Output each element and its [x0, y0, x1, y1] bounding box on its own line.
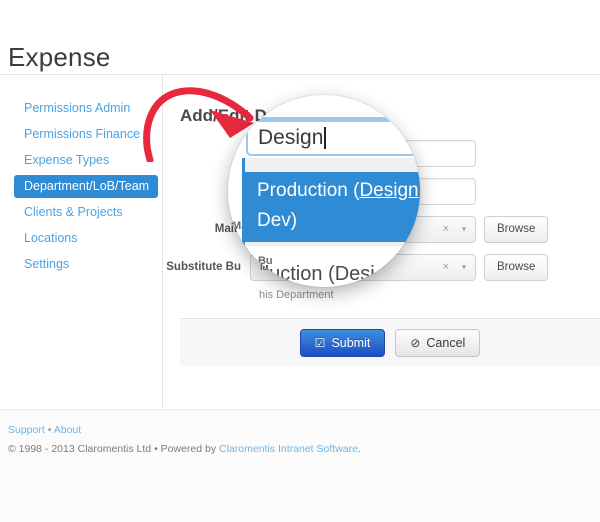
page-title: Expense [8, 42, 111, 73]
magnified-dropdown: Production (Design & Dev) [242, 158, 420, 246]
text-cursor [324, 127, 326, 149]
footer-links: Support • About [8, 424, 81, 436]
dropdown-option-production[interactable]: Production (Design & Dev) [245, 172, 420, 242]
submit-button-label: Submit [331, 336, 370, 350]
check-square-icon: ☑ [315, 337, 326, 349]
department-checkbox-row[interactable]: his Department [164, 289, 600, 301]
chevron-down-icon[interactable]: ▾ [462, 263, 466, 272]
form-action-bar: ☑ Submit ⊘ Cancel [180, 318, 600, 366]
footer-copyright: © 1998 - 2013 Claromentis Ltd • Powered … [8, 443, 361, 455]
footer-powered-link[interactable]: Claromentis Intranet Software [219, 443, 358, 455]
sidebar-item-permissions-admin[interactable]: Permissions Admin [18, 97, 152, 120]
clear-icon[interactable]: × [443, 223, 449, 235]
footer-copyright-text: © 1998 - 2013 Claromentis Ltd • Powered … [8, 443, 219, 455]
sidebar-item-settings[interactable]: Settings [18, 253, 152, 276]
browse-substitute-button[interactable]: Browse [484, 254, 548, 281]
dropdown-option-prefix: Production ( [257, 180, 359, 201]
magnified-search-value: Design [258, 126, 323, 150]
sidebar-item-department-lob-team[interactable]: Department/LoB/Team [14, 175, 158, 198]
sidebar-item-locations[interactable]: Locations [18, 227, 152, 250]
submit-button[interactable]: ☑ Submit [300, 329, 386, 357]
footer-about-link[interactable]: About [54, 424, 81, 436]
sidebar: Permissions Admin Permissions Finance Ex… [0, 75, 163, 408]
ban-icon: ⊘ [410, 337, 420, 349]
sidebar-item-permissions-finance[interactable]: Permissions Finance [18, 123, 152, 146]
dropdown-option-match: Design [359, 180, 418, 201]
browse-main-button[interactable]: Browse [484, 216, 548, 243]
cancel-button-label: Cancel [426, 336, 465, 350]
magnified-background-text: duction (Desi [258, 263, 375, 286]
footer-support-link[interactable]: Support [8, 424, 45, 436]
sidebar-item-clients-projects[interactable]: Clients & Projects [18, 201, 152, 224]
footer-separator: • [48, 424, 52, 436]
magnified-search-input[interactable]: Design [246, 120, 420, 156]
department-checkbox-label: his Department [259, 289, 334, 301]
clear-icon[interactable]: × [443, 261, 449, 273]
page-footer: Support • About © 1998 - 2013 Claromenti… [0, 409, 600, 522]
sidebar-nav-list: Permissions Admin Permissions Finance Ex… [0, 75, 162, 276]
chevron-down-icon[interactable]: ▾ [462, 225, 466, 234]
page-root: Expense Permissions Admin Permissions Fi… [0, 0, 600, 522]
sidebar-item-expense-types[interactable]: Expense Types [18, 149, 152, 172]
magnifier-lens: Main titute Bu Design Production (Design… [228, 95, 420, 287]
footer-copyright-period: . [358, 443, 361, 455]
cancel-button[interactable]: ⊘ Cancel [395, 329, 480, 357]
